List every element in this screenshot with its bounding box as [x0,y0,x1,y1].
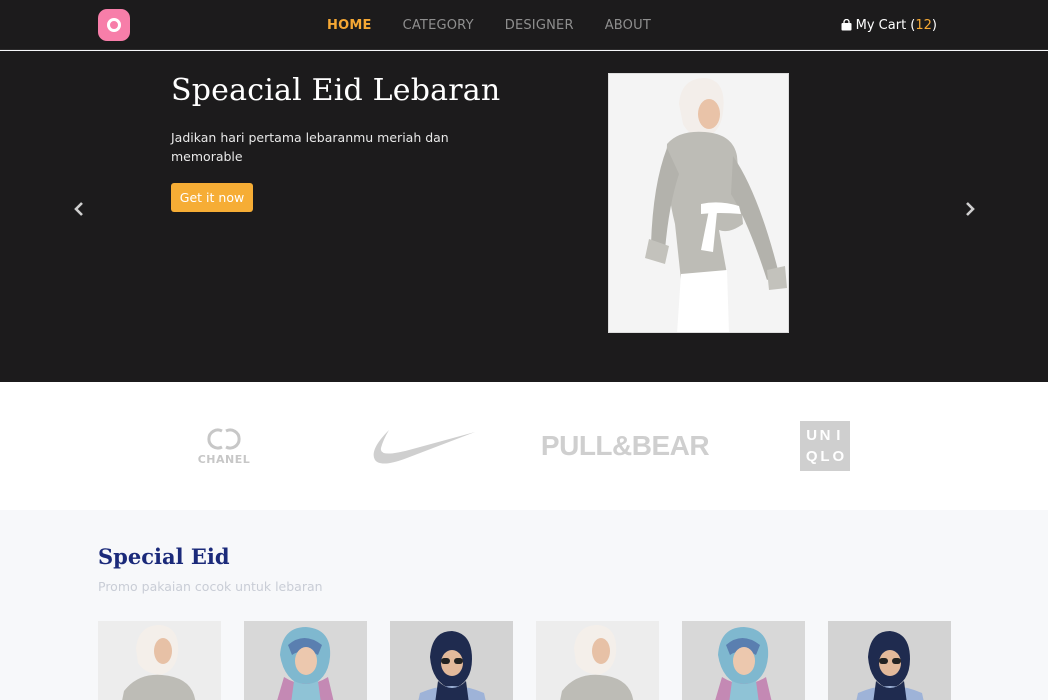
nike-swoosh-icon [373,430,475,464]
nav-home[interactable]: HOME [327,18,372,33]
uniqlo-letter: U [806,427,818,444]
chanel-wordmark: CHANEL [197,453,251,466]
get-it-now-button[interactable]: Get it now [171,183,253,212]
product-image [390,621,513,700]
my-cart-button[interactable]: My Cart (12) [841,0,937,50]
nav-designer[interactable]: DESIGNER [505,18,574,33]
nav-category[interactable]: CATEGORY [403,18,474,33]
product-image [536,621,659,700]
uniqlo-logo: U N I Q L O [799,382,851,510]
product-image [244,621,367,700]
section-title: Special Eid [98,544,230,569]
chanel-logo: CHANEL [190,382,258,510]
brand-logo[interactable] [98,9,130,41]
uniqlo-letter: N [819,427,831,444]
cart-count: 12 [915,17,932,33]
cart-label: My Cart ( [855,17,916,33]
uniqlo-letter: L [820,448,830,465]
hero-model-image [608,73,789,333]
hero-title: Speacial Eid Lebaran [171,73,501,108]
product-card[interactable] [828,621,951,700]
brand-logos: CHANEL PULL&BEAR U N I Q L O [0,382,1048,510]
product-image [828,621,951,700]
product-image [682,621,805,700]
product-card[interactable] [244,621,367,700]
chanel-cc-icon [207,428,241,450]
cart-label-close: ) [931,17,937,33]
navbar: HOME CATEGORY DESIGNER ABOUT My Cart (12… [0,0,1048,50]
pull-and-bear-wordmark: PULL&BEAR [540,430,710,461]
nav-about[interactable]: ABOUT [605,18,651,33]
product-image [98,621,221,700]
uniqlo-box: U N I Q L O [800,421,850,471]
carousel-prev-icon[interactable] [69,199,89,219]
pull-and-bear-logo: PULL&BEAR [541,382,710,510]
hero-carousel: Speacial Eid Lebaran Jadikan hari pertam… [0,51,1048,382]
special-eid-section: Special Eid Promo pakaian cocok untuk le… [0,510,1048,700]
product-card[interactable] [390,621,513,700]
product-card[interactable] [536,621,659,700]
uniqlo-letter: O [832,448,845,465]
uniqlo-letter: Q [805,448,818,465]
hero-description: Jadikan hari pertama lebaranmu meriah da… [171,130,449,164]
uniqlo-letter: I [836,427,841,444]
nike-logo [366,382,478,510]
carousel-next-icon[interactable] [960,199,980,219]
product-card[interactable] [98,621,221,700]
product-list [98,621,951,700]
main-nav: HOME CATEGORY DESIGNER ABOUT [327,0,651,50]
section-subtitle: Promo pakaian cocok untuk lebaran [98,579,323,594]
shopping-bag-icon [841,19,852,31]
product-card[interactable] [682,621,805,700]
